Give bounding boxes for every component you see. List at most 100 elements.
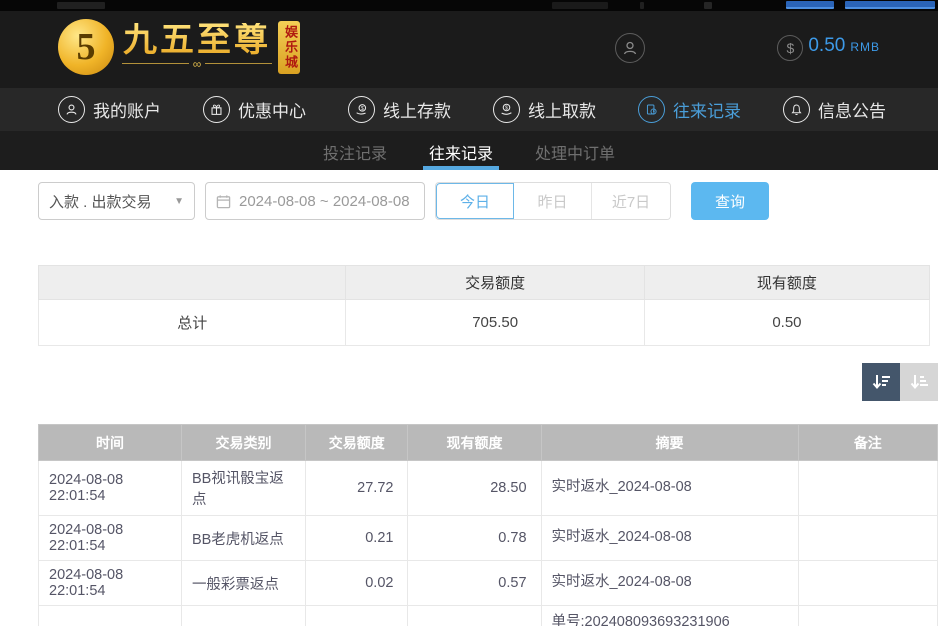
cell-note <box>798 516 937 561</box>
sort-ascending-icon <box>908 371 930 393</box>
quick-date-group: 今日 昨日 近7日 <box>435 182 671 220</box>
cell-type: 一般彩票返点 <box>181 561 305 606</box>
tab-pending-orders[interactable]: 处理中订单 <box>529 131 621 170</box>
tab-bet-records[interactable]: 投注记录 <box>317 131 393 170</box>
search-button[interactable]: 查询 <box>691 182 769 220</box>
col-type: 交易类别 <box>181 425 305 461</box>
nav-item-announcements[interactable]: 信息公告 <box>783 96 886 123</box>
logo-badge: 娱乐城 <box>278 21 300 74</box>
date-range-value: 2024-08-08 ~ 2024-08-08 <box>239 193 410 210</box>
nav-label: 信息公告 <box>818 97 886 122</box>
cell-note: Okpay <box>798 606 937 626</box>
nav-item-withdraw[interactable]: $ 线上取款 <box>493 96 596 123</box>
user-avatar-icon[interactable] <box>615 33 645 63</box>
records-icon <box>638 96 665 123</box>
logo-monogram-icon: 5 <box>58 19 114 75</box>
cell-time: 2024-08-08 22:01:54 <box>39 516 182 561</box>
summary-balance-total: 0.50 <box>644 300 929 346</box>
cell-note <box>798 461 937 516</box>
nav-item-transactions[interactable]: 往来记录 <box>638 96 741 123</box>
today-button[interactable]: 今日 <box>436 183 514 219</box>
sort-toolbar <box>38 363 938 401</box>
records-header-row: 时间 交易类别 交易额度 现有额度 摘要 备注 <box>39 425 938 461</box>
transaction-type-select[interactable]: 入款 . 出款交易 ▼ <box>38 182 195 220</box>
deposit-icon: $ <box>348 96 375 123</box>
summary-total-label: 总计 <box>39 300 346 346</box>
table-row: 2024-08-08 20:13:06 线上存款 500.00 500.55 单… <box>39 606 938 626</box>
summary-header-balance: 现有额度 <box>644 266 929 300</box>
chevron-down-icon: ▼ <box>174 196 184 207</box>
sort-descending-button[interactable] <box>862 363 900 401</box>
nav-label: 线上取款 <box>528 97 596 122</box>
balance-currency: RMB <box>850 40 880 54</box>
cell-note <box>798 561 937 606</box>
main-nav: 我的账户 优惠中心 $ 线上存款 $ 线上取款 往来记录 信息公告 <box>0 88 938 131</box>
gift-icon <box>203 96 230 123</box>
summary-header-trade: 交易额度 <box>346 266 644 300</box>
cell-time: 2024-08-08 20:13:06 <box>39 606 182 626</box>
top-strip-link[interactable] <box>786 1 834 9</box>
cell-balance: 500.55 <box>408 606 541 626</box>
dollar-icon: $ <box>777 35 803 61</box>
top-strip-fragment <box>640 2 644 9</box>
nav-item-promotions[interactable]: 优惠中心 <box>203 96 306 123</box>
summary-header-empty <box>39 266 346 300</box>
nav-label: 往来记录 <box>673 97 741 122</box>
col-time: 时间 <box>39 425 182 461</box>
cell-amount: 27.72 <box>305 461 407 516</box>
select-value: 入款 . 出款交易 <box>49 191 152 212</box>
sort-ascending-button[interactable] <box>900 363 938 401</box>
col-note: 备注 <box>798 425 937 461</box>
table-row: 2024-08-08 22:01:54 一般彩票返点 0.02 0.57 实时返… <box>39 561 938 606</box>
sort-descending-icon <box>870 371 892 393</box>
last7days-button[interactable]: 近7日 <box>592 183 670 219</box>
top-strip-fragment <box>704 2 712 9</box>
tab-transaction-records[interactable]: 往来记录 <box>423 131 499 170</box>
nav-item-my-account[interactable]: 我的账户 <box>58 96 161 123</box>
date-range-input[interactable]: 2024-08-08 ~ 2024-08-08 <box>205 182 425 220</box>
calendar-icon <box>216 194 231 209</box>
logo-title: 九五至尊 <box>123 23 271 59</box>
yesterday-button[interactable]: 昨日 <box>514 183 592 219</box>
cell-time: 2024-08-08 22:01:54 <box>39 561 182 606</box>
cell-memo: 实时返水_2024-08-08 <box>541 516 798 561</box>
summary-trade-total: 705.50 <box>346 300 644 346</box>
site-logo[interactable]: 5 九五至尊 ∞ 娱乐城 <box>58 19 300 75</box>
withdraw-icon: $ <box>493 96 520 123</box>
cell-time: 2024-08-08 22:01:54 <box>39 461 182 516</box>
nav-label: 我的账户 <box>93 97 161 122</box>
svg-text:$: $ <box>361 106 364 112</box>
summary-table: 交易额度 现有额度 总计 705.50 0.50 <box>38 265 930 346</box>
table-row: 2024-08-08 22:01:54 BB老虎机返点 0.21 0.78 实时… <box>39 516 938 561</box>
cell-balance: 0.78 <box>408 516 541 561</box>
top-strip-fragment <box>57 2 105 9</box>
cell-memo: 实时返水_2024-08-08 <box>541 561 798 606</box>
user-icon <box>58 96 85 123</box>
top-strip <box>0 0 938 11</box>
nav-label: 优惠中心 <box>238 97 306 122</box>
col-amount: 交易额度 <box>305 425 407 461</box>
balance-amount: 0.50 <box>808 35 845 57</box>
cell-balance: 28.50 <box>408 461 541 516</box>
top-strip-fragment <box>552 2 608 9</box>
cell-amount: 0.21 <box>305 516 407 561</box>
cell-type: BB视讯骰宝返点 <box>181 461 305 516</box>
bell-icon <box>783 96 810 123</box>
records-table: 时间 交易类别 交易额度 现有额度 摘要 备注 2024-08-08 22:01… <box>38 424 938 626</box>
cell-memo: 实时返水_2024-08-08 <box>541 461 798 516</box>
summary-row: 总计 705.50 0.50 <box>39 300 930 346</box>
filter-bar: 入款 . 出款交易 ▼ 2024-08-08 ~ 2024-08-08 今日 昨… <box>38 182 938 220</box>
cell-amount: 500.00 <box>305 606 407 626</box>
cell-memo: 单号:202408093693231906 人民币(RMB): 500 <box>541 606 798 626</box>
table-row: 2024-08-08 22:01:54 BB视讯骰宝返点 27.72 28.50… <box>39 461 938 516</box>
svg-text:$: $ <box>505 105 508 111</box>
nav-item-deposit[interactable]: $ 线上存款 <box>348 96 451 123</box>
cell-amount: 0.02 <box>305 561 407 606</box>
col-balance: 现有额度 <box>408 425 541 461</box>
logo-flourish-icon: ∞ <box>122 57 272 71</box>
cell-type: 线上存款 <box>181 606 305 626</box>
top-strip-link[interactable] <box>845 1 935 9</box>
subtab-bar: 投注记录 往来记录 处理中订单 <box>0 131 938 170</box>
cell-type: BB老虎机返点 <box>181 516 305 561</box>
header: 5 九五至尊 ∞ 娱乐城 $ 0.50 RMB <box>0 11 938 88</box>
